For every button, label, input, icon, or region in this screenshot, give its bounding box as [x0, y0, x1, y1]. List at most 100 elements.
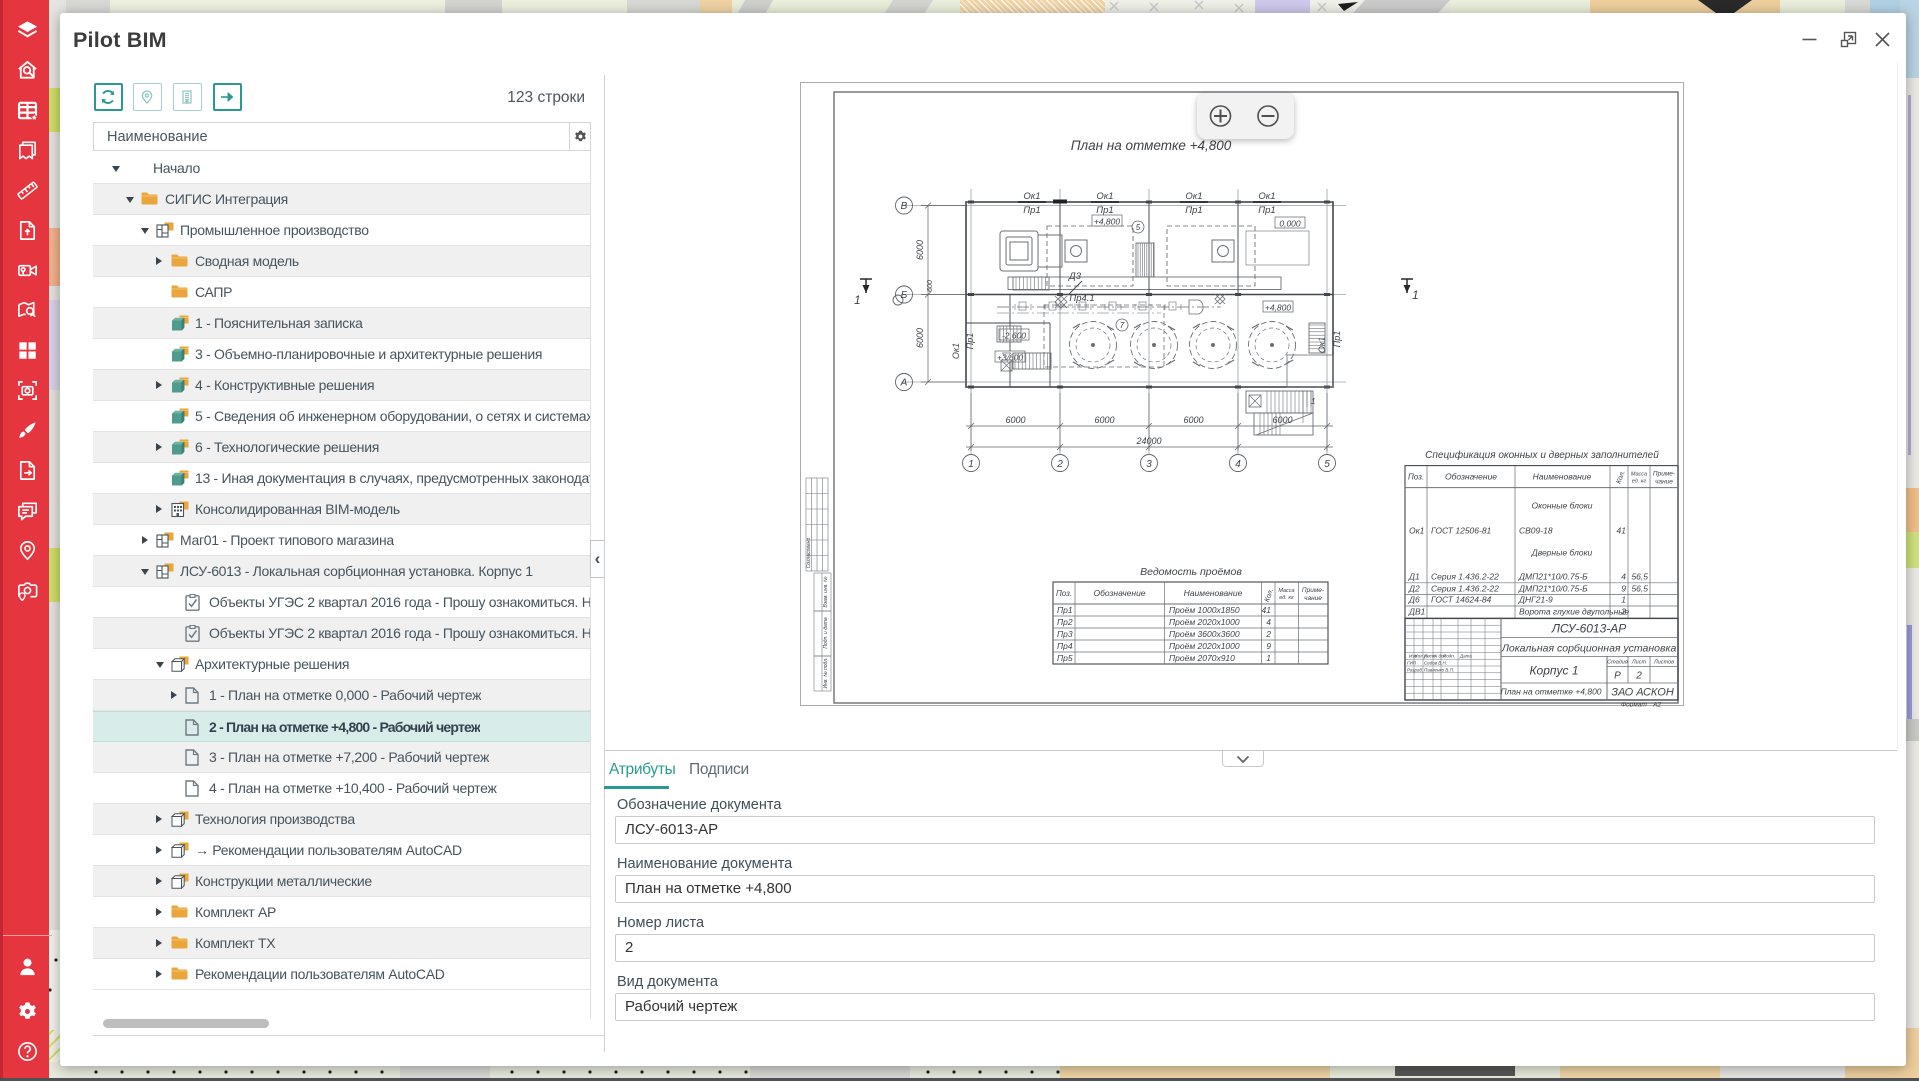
svg-text:Листов: Листов [1653, 659, 1674, 665]
svg-text:Стадия: Стадия [1607, 659, 1628, 665]
svg-text:ГИП: ГИП [1407, 660, 1417, 665]
svg-text:Пр4: Пр4 [1057, 641, 1073, 651]
svg-text:ДНГ21-9: ДНГ21-9 [1518, 595, 1553, 605]
svg-text:41: 41 [1617, 526, 1627, 536]
svg-text:Пр1: Пр1 [1332, 331, 1342, 348]
svg-text:7: 7 [1120, 321, 1125, 330]
svg-text:Пр1: Пр1 [1096, 205, 1113, 216]
svg-text:Ок1: Ок1 [1317, 337, 1327, 353]
svg-text:ед. кг: ед. кг [1632, 479, 1647, 485]
svg-text:0,000: 0,000 [1279, 219, 1301, 229]
svg-text:Лист: Лист [1631, 659, 1647, 665]
svg-text:Проём 1000х1850: Проём 1000х1850 [1169, 605, 1240, 615]
svg-text:А: А [900, 378, 908, 389]
svg-text:6000: 6000 [1005, 415, 1025, 425]
svg-text:1: 1 [1266, 653, 1271, 663]
svg-text:План на отметке +4,800: План на отметке +4,800 [1500, 686, 1601, 696]
svg-text:4: 4 [1235, 459, 1241, 470]
svg-text:чание: чание [1304, 595, 1322, 602]
svg-text:5: 5 [1136, 223, 1141, 232]
svg-text:Пр3: Пр3 [1057, 629, 1073, 639]
svg-text:+4,800: +4,800 [1094, 217, 1121, 227]
svg-text:Приме-: Приме- [1653, 471, 1676, 478]
svg-text:ГОСТ 14624-84: ГОСТ 14624-84 [1431, 595, 1492, 605]
svg-text:Ок1: Ок1 [1258, 191, 1275, 202]
svg-text:Формат: Формат [1621, 701, 1647, 707]
svg-text:ДВ1: ДВ1 [1408, 607, 1426, 617]
svg-text:24000: 24000 [1135, 436, 1161, 446]
svg-text:Разраб.: Разраб. [1407, 667, 1423, 672]
svg-text:Обозначение: Обозначение [1445, 472, 1497, 482]
svg-text:Спецификация оконных и дверных: Спецификация оконных и дверных заполните… [1425, 449, 1659, 461]
svg-text:56,5: 56,5 [1631, 572, 1648, 582]
svg-text:1: 1 [968, 459, 974, 470]
svg-text:ГОСТ 12506-81: ГОСТ 12506-81 [1431, 526, 1492, 536]
svg-text:Пр1: Пр1 [1185, 205, 1202, 216]
svg-text:Б: Б [901, 290, 908, 301]
svg-text:5: 5 [1324, 459, 1330, 470]
svg-text:Павленко В.П.: Павленко В.П. [1424, 667, 1454, 672]
svg-text:Наименование: Наименование [1533, 472, 1592, 482]
svg-text:Пр2: Пр2 [1057, 617, 1073, 627]
svg-text:Поз.: Поз. [1056, 589, 1072, 598]
svg-text:Кол.: Кол. [1615, 470, 1626, 485]
svg-text:1: 1 [854, 293, 861, 307]
svg-text:Взам. инв. №: Взам. инв. № [823, 576, 829, 608]
svg-text:Ок1: Ок1 [1185, 191, 1202, 202]
svg-text:Д3: Д3 [1068, 271, 1082, 282]
svg-text:ДМП21*10/0.75-Б: ДМП21*10/0.75-Б [1518, 584, 1588, 594]
svg-text:ед. кг: ед. кг [1279, 595, 1294, 601]
svg-text:Ведомость проёмов: Ведомость проёмов [1140, 566, 1242, 578]
svg-text:Масса: Масса [1631, 472, 1647, 478]
svg-text:Кол.: Кол. [1264, 588, 1275, 603]
svg-text:В: В [901, 201, 908, 212]
svg-text:А2: А2 [1652, 701, 1661, 707]
svg-text:Д2: Д2 [1408, 584, 1420, 594]
svg-text:1: 1 [1621, 595, 1626, 605]
svg-text:Пр1: Пр1 [965, 333, 975, 350]
svg-text:Дверные блоки: Дверные блоки [1531, 548, 1593, 558]
svg-text:4: 4 [1621, 572, 1626, 582]
svg-text:1: 1 [1412, 288, 1419, 302]
svg-text:9: 9 [1266, 641, 1271, 651]
svg-text:Д6: Д6 [1408, 595, 1420, 605]
svg-text:Ок1: Ок1 [1409, 526, 1425, 536]
svg-text:Оконные блоки: Оконные блоки [1532, 501, 1593, 511]
svg-text:Приме-: Приме- [1302, 587, 1325, 594]
svg-text:Наименование: Наименование [1184, 588, 1243, 598]
svg-text:6000: 6000 [1272, 415, 1292, 425]
svg-text:Проём 3600х3600: Проём 3600х3600 [1169, 629, 1240, 639]
svg-text:Корпус 1: Корпус 1 [1529, 663, 1578, 677]
svg-text:Подп.: Подп. [1443, 653, 1455, 658]
svg-text:Пр4.1: Пр4.1 [1069, 293, 1094, 304]
svg-text:-2,600: -2,600 [1002, 331, 1026, 341]
svg-text:Обозначение: Обозначение [1093, 588, 1145, 598]
svg-text:Пр1: Пр1 [1057, 605, 1073, 615]
svg-text:Пр1: Пр1 [1023, 205, 1040, 216]
svg-text:ЛСУ-6013-АР: ЛСУ-6013-АР [1551, 621, 1627, 635]
svg-text:Серия 1.436.2-22: Серия 1.436.2-22 [1431, 584, 1499, 594]
svg-text:56,5: 56,5 [1631, 584, 1648, 594]
svg-text:41: 41 [1262, 605, 1272, 615]
svg-text:ЗАО АСКОН: ЗАО АСКОН [1611, 686, 1674, 698]
svg-text:9: 9 [1621, 584, 1626, 594]
svg-text:СВ09-18: СВ09-18 [1519, 526, 1553, 536]
svg-text:Седов В.Н.: Седов В.Н. [1424, 660, 1447, 665]
svg-text:Дата: Дата [1459, 653, 1472, 658]
svg-text:Ок1: Ок1 [1096, 191, 1113, 202]
svg-text:Ворота глухие двупольные: Ворота глухие двупольные [1519, 607, 1630, 617]
svg-text:600: 600 [927, 280, 934, 292]
svg-text:Проём 2070х910: Проём 2070х910 [1169, 653, 1235, 663]
svg-text:Пр5: Пр5 [1057, 653, 1073, 663]
svg-text:Проём 2020х1000: Проём 2020х1000 [1169, 617, 1240, 627]
svg-text:2: 2 [1265, 629, 1271, 639]
svg-text:6000: 6000 [915, 240, 925, 260]
svg-text:Инв. № подл.: Инв. № подл. [823, 657, 829, 688]
svg-text:ДМП21*10/0.75-Б: ДМП21*10/0.75-Б [1518, 572, 1588, 582]
svg-text:Масса: Масса [1278, 588, 1294, 594]
svg-text:+4,800: +4,800 [1265, 303, 1292, 313]
svg-text:6000: 6000 [915, 328, 925, 348]
svg-text:Поз.: Поз. [1408, 473, 1424, 482]
svg-text:Согласовано: Согласовано [806, 538, 812, 569]
svg-text:Серия 1.436.2-22: Серия 1.436.2-22 [1431, 572, 1499, 582]
